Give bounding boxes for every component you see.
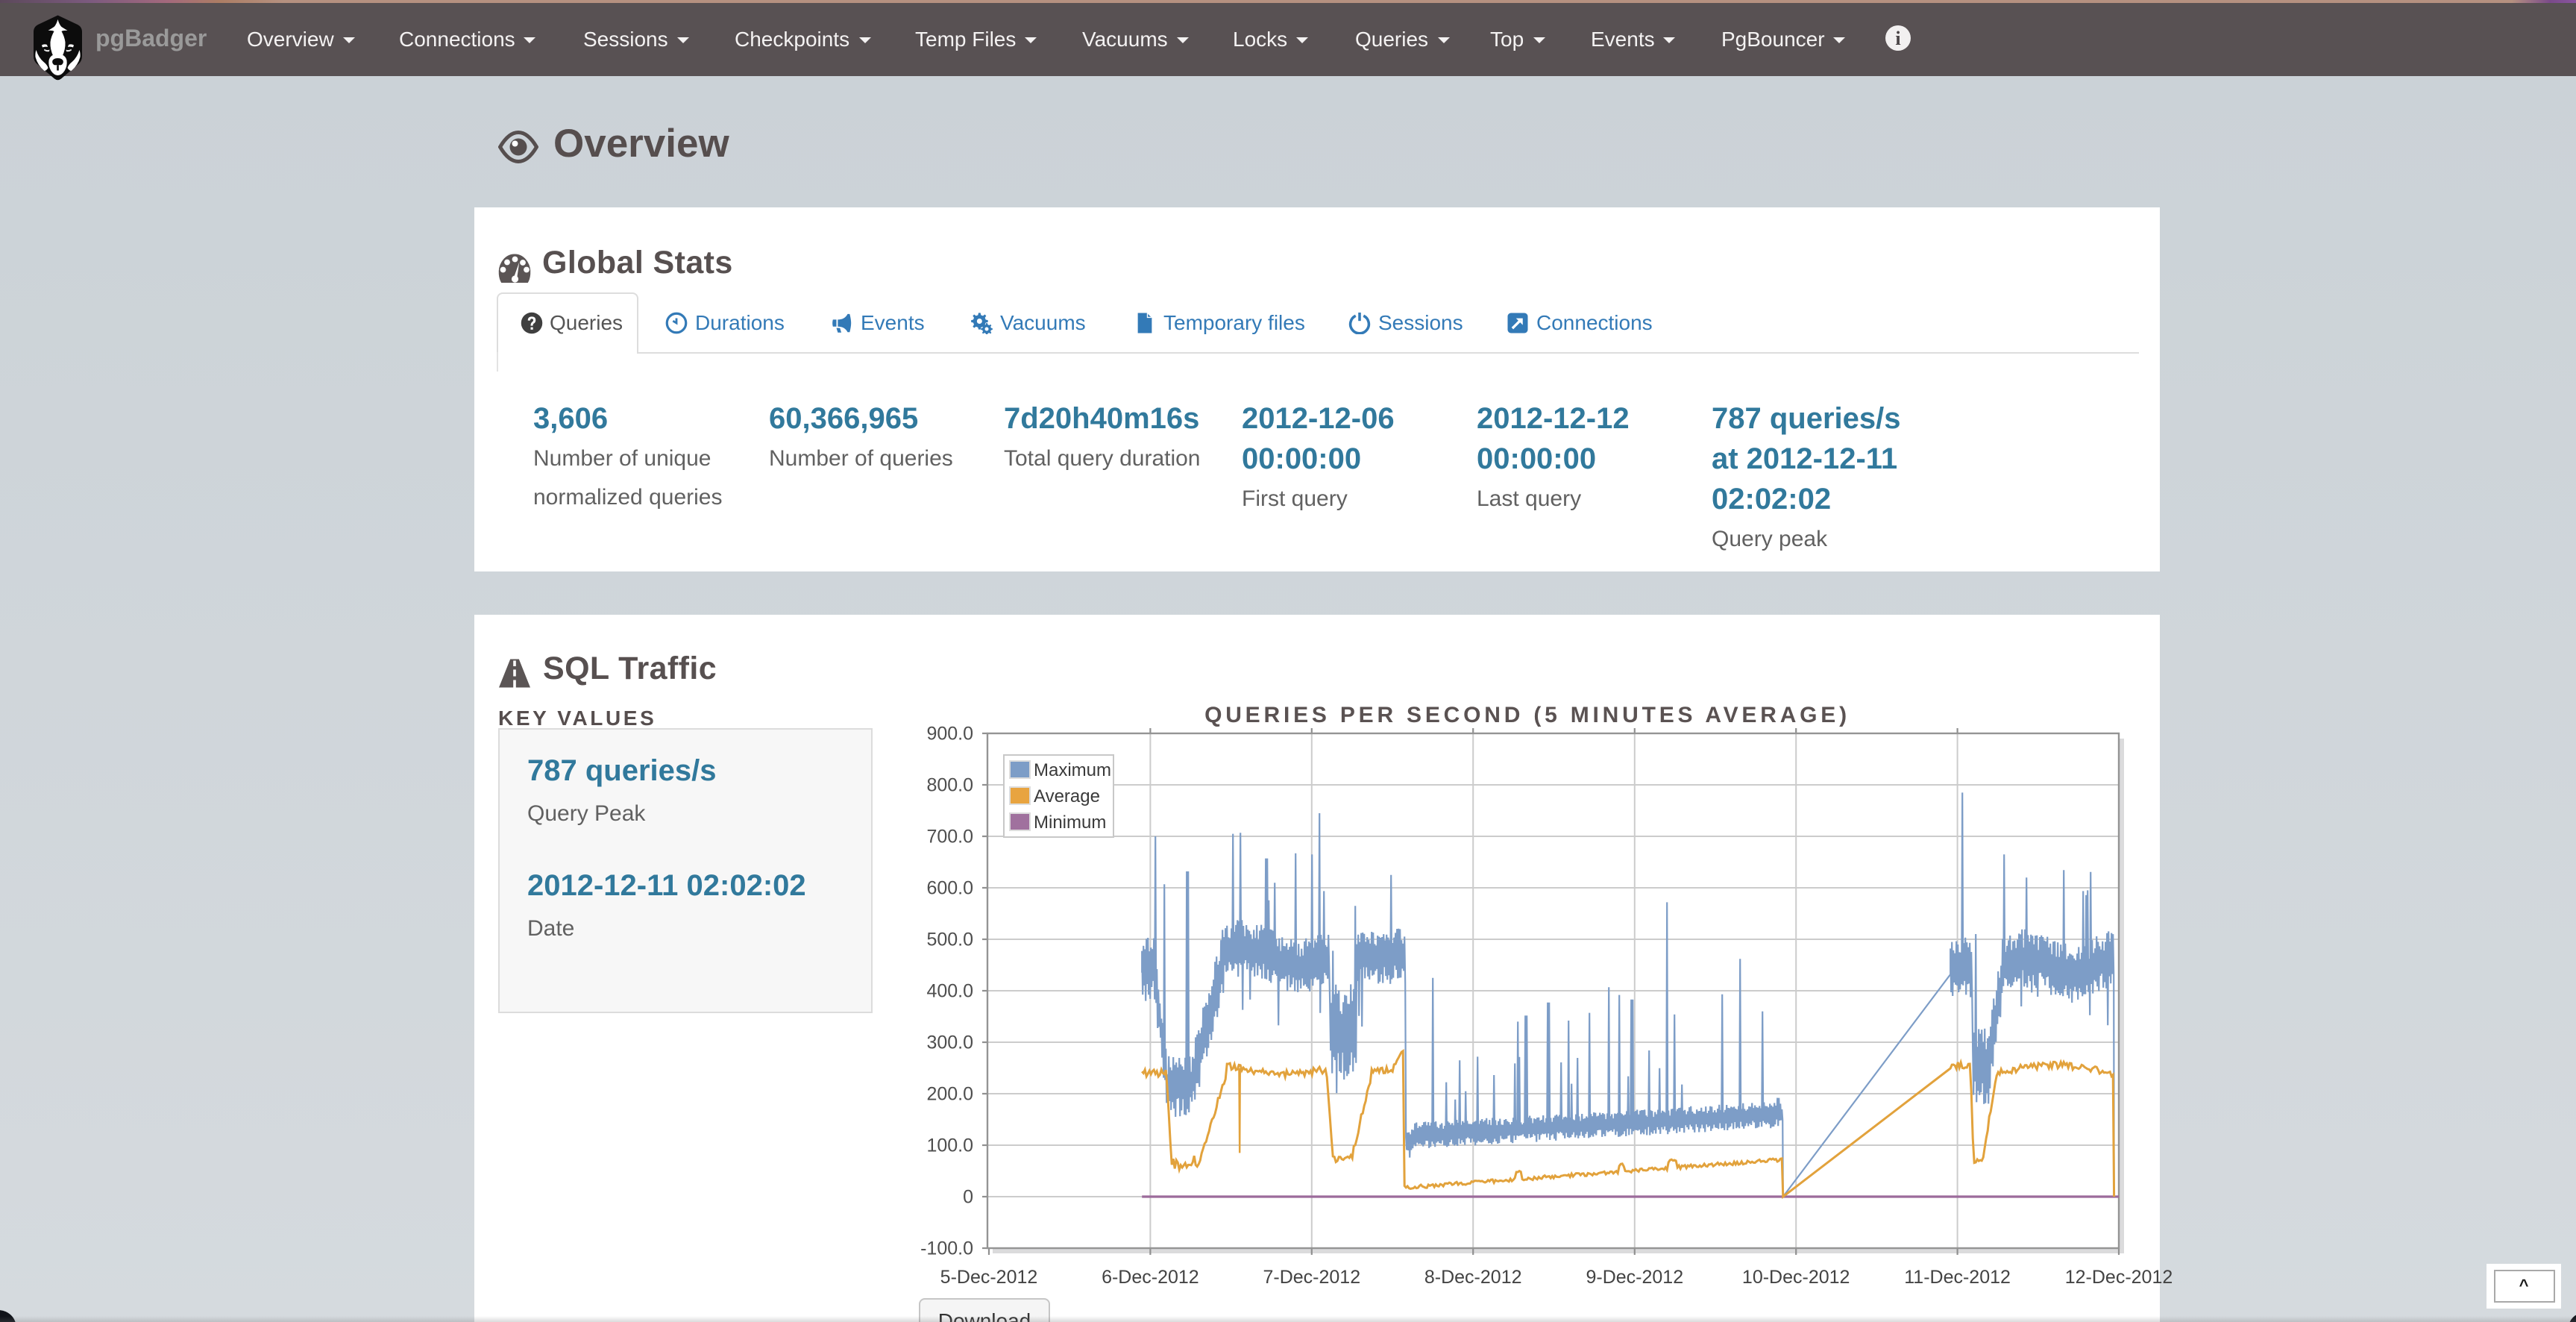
- svg-text:400.0: 400.0: [926, 981, 973, 1002]
- svg-text:Maximum: Maximum: [1034, 760, 1111, 780]
- svg-text:800.0: 800.0: [926, 775, 973, 796]
- svg-text:600.0: 600.0: [926, 878, 973, 899]
- svg-text:Minimum: Minimum: [1034, 812, 1106, 833]
- svg-text:0: 0: [963, 1187, 973, 1208]
- svg-text:100.0: 100.0: [926, 1135, 973, 1156]
- svg-text:500.0: 500.0: [926, 930, 973, 950]
- svg-text:900.0: 900.0: [926, 724, 973, 745]
- svg-text:5-Dec-2012: 5-Dec-2012: [940, 1267, 1038, 1288]
- svg-text:7-Dec-2012: 7-Dec-2012: [1263, 1267, 1360, 1288]
- svg-text:-100.0: -100.0: [920, 1238, 973, 1259]
- svg-text:QUERIES PER SECOND (5 MINUTES: QUERIES PER SECOND (5 MINUTES AVERAGE): [1204, 703, 1850, 727]
- svg-text:6-Dec-2012: 6-Dec-2012: [1102, 1267, 1199, 1288]
- svg-text:300.0: 300.0: [926, 1033, 973, 1053]
- svg-text:12-Dec-2012: 12-Dec-2012: [2065, 1267, 2173, 1288]
- svg-text:Average: Average: [1034, 786, 1100, 806]
- svg-text:200.0: 200.0: [926, 1084, 973, 1105]
- svg-text:8-Dec-2012: 8-Dec-2012: [1424, 1267, 1522, 1288]
- svg-text:11-Dec-2012: 11-Dec-2012: [1904, 1267, 2011, 1288]
- svg-text:700.0: 700.0: [926, 827, 973, 848]
- svg-text:10-Dec-2012: 10-Dec-2012: [1742, 1267, 1850, 1288]
- svg-text:9-Dec-2012: 9-Dec-2012: [1586, 1267, 1683, 1288]
